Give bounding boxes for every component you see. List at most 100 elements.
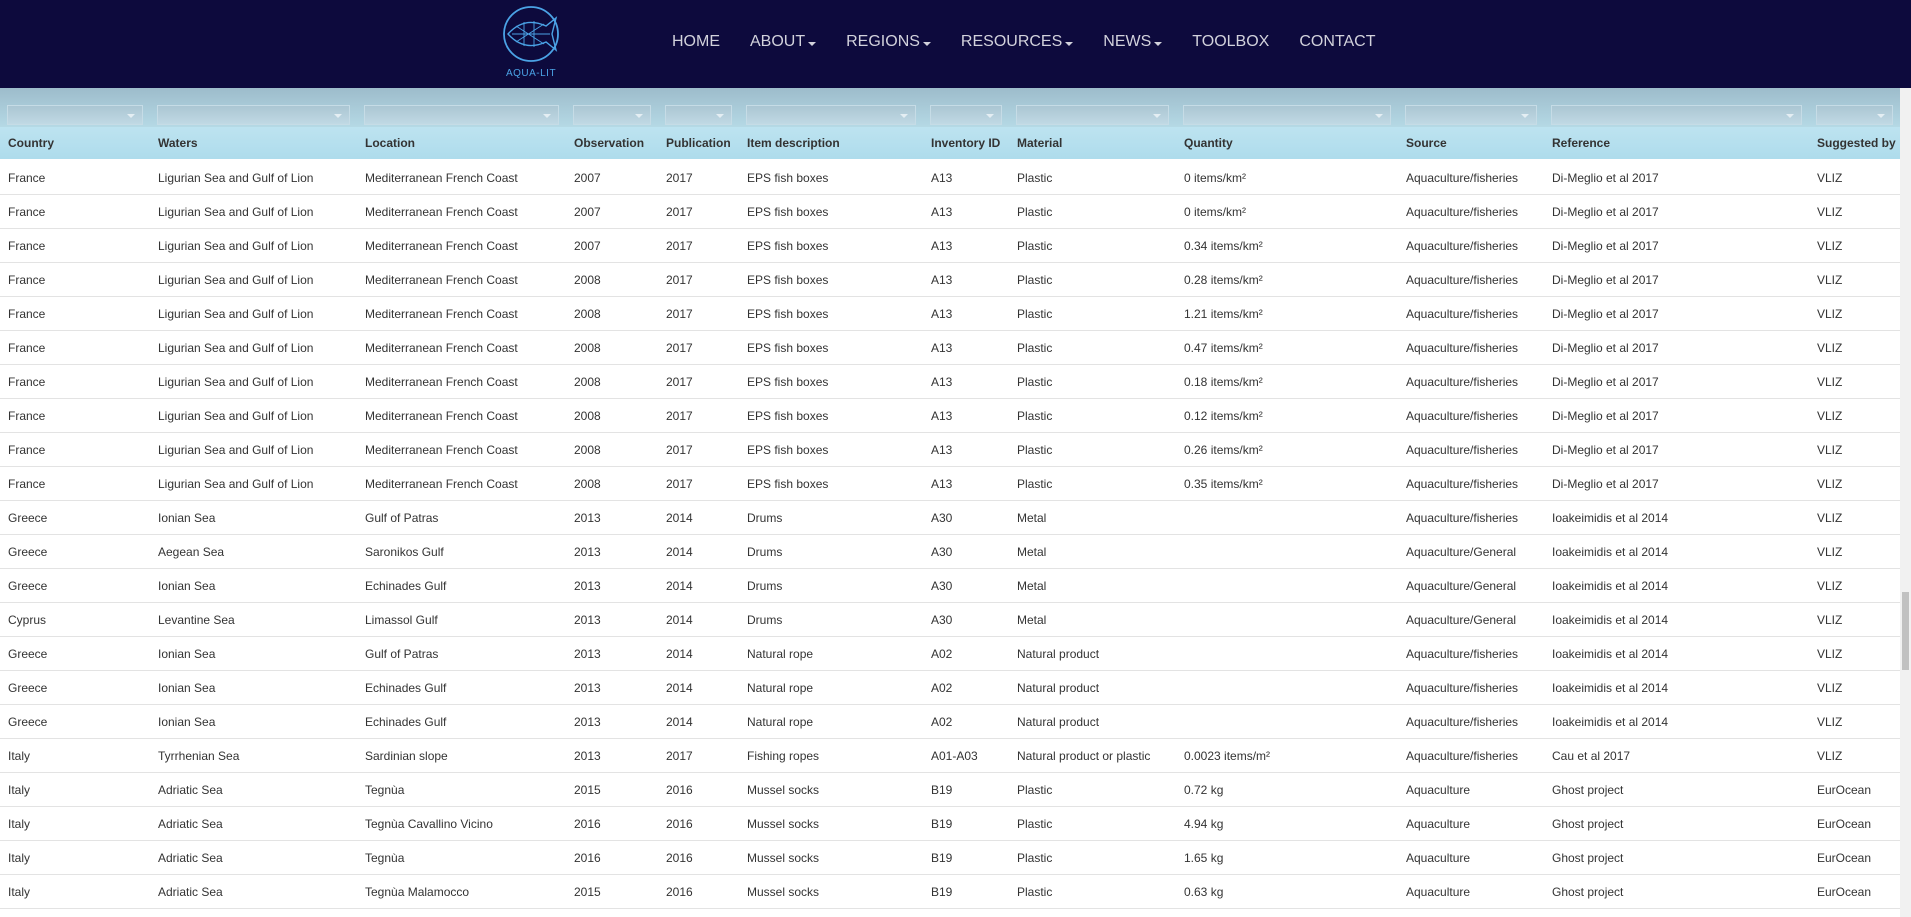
cell-reference: Ghost project [1544, 806, 1809, 841]
cell-source: Aquaculture/General [1398, 568, 1544, 603]
cell-observation: 2013 [566, 568, 658, 603]
cell-observation: 2016 [566, 840, 658, 875]
cell-location: Mediterranean French Coast [357, 432, 566, 467]
cell-reference: Di-Meglio et al 2017 [1544, 262, 1809, 297]
cell-waters: Aegean Sea [150, 534, 357, 569]
cell-quantity [1176, 670, 1398, 705]
cell-reference: Ghost project [1544, 772, 1809, 807]
cell-quantity: 0.47 items/km² [1176, 330, 1398, 365]
cell-waters: Adriatic Sea [150, 874, 357, 909]
aqua-lit-logo[interactable]: AQUA-LIT [492, 4, 572, 84]
cell-material: Metal [1009, 568, 1176, 603]
cell-reference: Cau et al 2017 [1544, 738, 1809, 773]
cell-waters: Ligurian Sea and Gulf of Lion [150, 364, 357, 399]
table-row: France Ligurian Sea and Gulf of Lion Medit… [0, 330, 1900, 365]
cell-location: Mediterranean French Coast [357, 160, 566, 195]
cell-inventory-id: A02 [923, 636, 1009, 671]
cell-country: France [0, 228, 150, 263]
nav-regions[interactable]: REGIONS [846, 33, 931, 51]
cell-material: Plastic [1009, 228, 1176, 263]
cell-reference: Di-Meglio et al 2017 [1544, 160, 1809, 195]
cell-quantity: 0.72 kg [1176, 772, 1398, 807]
filter-country-select[interactable] [7, 105, 143, 125]
cell-material: Plastic [1009, 772, 1176, 807]
cell-suggested-by: VLIZ [1809, 738, 1900, 773]
cell-waters: Ligurian Sea and Gulf of Lion [150, 228, 357, 263]
column-header-material[interactable]: Material [1009, 127, 1176, 161]
cell-material: Metal [1009, 602, 1176, 637]
cell-observation: 2007 [566, 228, 658, 263]
cell-observation: 2016 [566, 806, 658, 841]
cell-waters: Ionian Sea [150, 670, 357, 705]
cell-quantity [1176, 704, 1398, 739]
cell-material: Plastic [1009, 160, 1176, 195]
cell-material: Plastic [1009, 432, 1176, 467]
filter-inventory-id-select[interactable] [930, 105, 1002, 125]
filter-item-description-select[interactable] [746, 105, 916, 125]
cell-source: Aquaculture/fisheries [1398, 704, 1544, 739]
cell-source: Aquaculture/fisheries [1398, 228, 1544, 263]
table-row: Cyprus Levantine Sea Limassol Gulf 2013 2014… [0, 602, 1900, 637]
cell-item-description: EPS fish boxes [739, 364, 923, 399]
scrollbar-thumb[interactable] [1902, 592, 1909, 670]
cell-inventory-id: B19 [923, 874, 1009, 909]
header-row: Country Waters Location Observation Publicat… [0, 127, 1900, 161]
column-header-source[interactable]: Source [1398, 127, 1544, 161]
nav-home[interactable]: HOME [672, 33, 720, 51]
column-header-inventory-id[interactable]: Inventory ID [923, 127, 1009, 161]
cell-location: Mediterranean French Coast [357, 398, 566, 433]
cell-reference: Ioakeimidis et al 2014 [1544, 636, 1809, 671]
nav-resources[interactable]: RESOURCES [961, 33, 1074, 51]
cell-inventory-id: A13 [923, 466, 1009, 501]
cell-item-description: Fishing ropes [739, 738, 923, 773]
cell-reference: Di-Meglio et al 2017 [1544, 228, 1809, 263]
cell-suggested-by: EurOcean [1809, 772, 1900, 807]
cell-source: Aquaculture/General [1398, 602, 1544, 637]
column-header-quantity[interactable]: Quantity [1176, 127, 1398, 161]
cell-source: Aquaculture/fisheries [1398, 738, 1544, 773]
cell-inventory-id: A01-A03 [923, 738, 1009, 773]
column-header-observation[interactable]: Observation [566, 127, 658, 161]
filter-material-select[interactable] [1016, 105, 1169, 125]
nav-label: ABOUT [750, 33, 806, 50]
cell-material: Plastic [1009, 840, 1176, 875]
vertical-scrollbar[interactable] [1900, 88, 1911, 917]
column-header-publication[interactable]: Publication [658, 127, 739, 161]
filter-reference-select[interactable] [1551, 105, 1802, 125]
cell-reference: Di-Meglio et al 2017 [1544, 466, 1809, 501]
nav-about[interactable]: ABOUT [750, 33, 817, 51]
nav-news[interactable]: NEWS [1103, 33, 1163, 51]
cell-observation: 2008 [566, 466, 658, 501]
column-header-item-description[interactable]: Item description [739, 127, 923, 161]
table-row: France Ligurian Sea and Gulf of Lion Medit… [0, 398, 1900, 433]
column-header-suggested-by[interactable]: Suggested by [1809, 127, 1900, 161]
cell-observation: 2008 [566, 330, 658, 365]
nav-label: CONTACT [1299, 33, 1376, 50]
cell-publication: 2014 [658, 534, 739, 569]
cell-location: Gulf of Patras [357, 636, 566, 671]
cell-material: Plastic [1009, 398, 1176, 433]
nav-contact[interactable]: CONTACT [1299, 33, 1375, 51]
filter-location-select[interactable] [364, 105, 559, 125]
cell-location: Mediterranean French Coast [357, 466, 566, 501]
cell-location: Echinades Gulf [357, 704, 566, 739]
column-header-waters[interactable]: Waters [150, 127, 357, 161]
cell-quantity [1176, 636, 1398, 671]
cell-source: Aquaculture/fisheries [1398, 160, 1544, 195]
column-header-reference[interactable]: Reference [1544, 127, 1809, 161]
column-header-location[interactable]: Location [357, 127, 566, 161]
filter-publication-select[interactable] [665, 105, 732, 125]
table-row: France Ligurian Sea and Gulf of Lion Medit… [0, 160, 1900, 195]
filter-source-select[interactable] [1405, 105, 1537, 125]
nav-toolbox[interactable]: TOOLBOX [1192, 33, 1269, 51]
cell-suggested-by: VLIZ [1809, 160, 1900, 195]
cell-material: Natural product [1009, 704, 1176, 739]
column-header-country[interactable]: Country [0, 127, 150, 161]
filter-observation-select[interactable] [573, 105, 651, 125]
filter-waters-select[interactable] [157, 105, 350, 125]
filter-cell [0, 88, 150, 127]
filter-quantity-select[interactable] [1183, 105, 1391, 125]
cell-country: Italy [0, 738, 150, 773]
filter-suggested-by-select[interactable] [1816, 105, 1893, 125]
cell-material: Metal [1009, 534, 1176, 569]
